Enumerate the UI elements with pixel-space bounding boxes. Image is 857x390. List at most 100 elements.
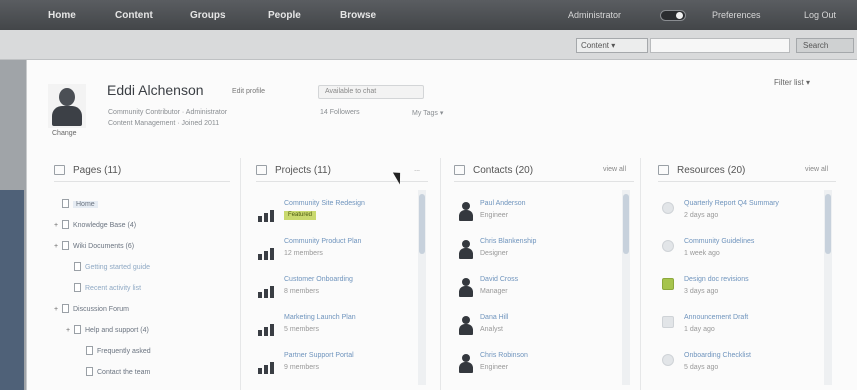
- contacts-scrollbar[interactable]: [622, 190, 630, 385]
- project-meta: 5 members: [284, 326, 320, 333]
- person-head: [462, 278, 470, 286]
- avatar-body: [52, 106, 82, 126]
- person-icon: [458, 354, 474, 374]
- resource-title[interactable]: Announcement Draft: [684, 314, 748, 321]
- resource-title[interactable]: Onboarding Checklist: [684, 352, 751, 359]
- resource-title[interactable]: Quarterly Report Q4 Summary: [684, 200, 779, 207]
- page-tree-item[interactable]: Getting started guide: [66, 262, 150, 271]
- page-tree-item[interactable]: Frequently asked: [78, 346, 151, 355]
- project-item[interactable]: Marketing Launch Plan 5 members: [256, 314, 426, 350]
- contact-item[interactable]: Dana Hill Analyst: [452, 314, 622, 350]
- followers-count[interactable]: 14 Followers: [320, 109, 360, 116]
- page-tree-item[interactable]: Home: [54, 199, 98, 208]
- person-icon: [458, 202, 474, 222]
- contact-item[interactable]: David Cross Manager: [452, 276, 622, 312]
- resource-item[interactable]: Quarterly Report Q4 Summary 2 days ago: [656, 200, 826, 236]
- page-tree-label: Recent activity list: [85, 285, 142, 292]
- resource-date: 1 day ago: [684, 326, 715, 333]
- resource-date: 3 days ago: [684, 288, 719, 295]
- resource-title[interactable]: Design doc revisions: [684, 276, 749, 283]
- search-input[interactable]: [650, 38, 790, 53]
- nav-groups[interactable]: Groups: [190, 10, 226, 21]
- page-icon: [86, 367, 93, 376]
- avatar[interactable]: [48, 84, 86, 128]
- project-title[interactable]: Partner Support Portal: [284, 352, 354, 359]
- page-tree-item[interactable]: Recent activity list: [66, 283, 141, 292]
- contacts-panel-title[interactable]: Contacts (20): [473, 165, 533, 176]
- preferences-link[interactable]: Preferences: [712, 10, 761, 20]
- nav-browse[interactable]: Browse: [340, 10, 376, 21]
- page-tree-item[interactable]: + Help and support (4): [66, 325, 149, 334]
- person-body: [459, 362, 473, 373]
- contact-name[interactable]: David Cross: [480, 276, 518, 283]
- search-button[interactable]: Search: [796, 38, 854, 53]
- resource-date: 5 days ago: [684, 364, 719, 371]
- page-tree-item[interactable]: + Discussion Forum: [54, 304, 129, 313]
- page-icon: [74, 262, 81, 271]
- edit-profile-link[interactable]: Edit profile: [232, 88, 265, 95]
- contact-item[interactable]: Chris Blankenship Designer: [452, 238, 622, 274]
- contact-item[interactable]: Chris Robinson Engineer: [452, 352, 622, 388]
- page-tree-label: Getting started guide: [85, 264, 150, 271]
- resource-item[interactable]: Announcement Draft 1 day ago: [656, 314, 826, 350]
- person-head: [462, 316, 470, 324]
- projects-more-link[interactable]: ...: [414, 166, 420, 173]
- project-title[interactable]: Customer Onboarding: [284, 276, 353, 283]
- admin-link[interactable]: Administrator: [568, 10, 621, 20]
- project-icon: [258, 362, 276, 374]
- page-tree-item[interactable]: + Knowledge Base (4): [54, 220, 136, 229]
- page-icon: [74, 325, 81, 334]
- page-tree-label: Contact the team: [97, 369, 151, 376]
- pages-panel-title[interactable]: Pages (11): [73, 165, 121, 176]
- expand-toggle-icon[interactable]: +: [54, 306, 62, 313]
- contact-name[interactable]: Dana Hill: [480, 314, 508, 321]
- status-tag[interactable]: Available to chat: [318, 85, 424, 99]
- project-item[interactable]: Customer Onboarding 8 members: [256, 276, 426, 312]
- profile-details-line2: Content Management · Joined 2011: [108, 120, 220, 127]
- document-icon: [662, 202, 674, 214]
- project-item[interactable]: Community Product Plan 12 members: [256, 238, 426, 274]
- page-tree-item[interactable]: + Wiki Documents (6): [54, 241, 134, 250]
- page-tree-item[interactable]: Contact the team: [78, 367, 150, 376]
- contact-item[interactable]: Paul Anderson Engineer: [452, 200, 622, 236]
- contact-name[interactable]: Paul Anderson: [480, 200, 526, 207]
- expand-toggle-icon[interactable]: +: [54, 222, 62, 229]
- page-icon: [62, 241, 69, 250]
- person-head: [462, 354, 470, 362]
- contact-name[interactable]: Chris Blankenship: [480, 238, 536, 245]
- search-scope-select[interactable]: Content ▾: [576, 38, 648, 53]
- project-item[interactable]: Partner Support Portal 9 members: [256, 352, 426, 388]
- contact-name[interactable]: Chris Robinson: [480, 352, 528, 359]
- status-toggle[interactable]: [660, 10, 686, 21]
- change-photo-link[interactable]: Change: [52, 130, 77, 137]
- pages-panel-header: Pages (11): [54, 158, 230, 182]
- pages-icon: [54, 165, 65, 175]
- resources-panel-title[interactable]: Resources (20): [677, 165, 745, 176]
- resources-view-all-link[interactable]: view all: [805, 166, 828, 173]
- contacts-view-all-link[interactable]: view all: [603, 166, 626, 173]
- resource-item[interactable]: Community Guidelines 1 week ago: [656, 238, 826, 274]
- project-title[interactable]: Community Product Plan: [284, 238, 361, 245]
- project-item[interactable]: Community Site Redesign Featured: [256, 200, 426, 236]
- expand-toggle-icon[interactable]: +: [54, 243, 62, 250]
- resource-item[interactable]: Onboarding Checklist 5 days ago: [656, 352, 826, 388]
- search-bar: Content ▾ Search: [0, 30, 857, 60]
- project-title[interactable]: Marketing Launch Plan: [284, 314, 356, 321]
- project-title[interactable]: Community Site Redesign: [284, 200, 365, 207]
- nav-people[interactable]: People: [268, 10, 301, 21]
- nav-home[interactable]: Home: [48, 10, 76, 21]
- resource-item[interactable]: Design doc revisions 3 days ago: [656, 276, 826, 312]
- resource-date: 1 week ago: [684, 250, 720, 257]
- avatar-head: [59, 88, 75, 106]
- expand-toggle-icon[interactable]: +: [66, 327, 74, 334]
- project-meta: 8 members: [284, 288, 320, 295]
- page-icon: [62, 199, 69, 208]
- document-icon: [662, 278, 674, 290]
- filter-dropdown[interactable]: Filter list ▾: [774, 78, 810, 87]
- tags-menu[interactable]: My Tags ▾: [412, 109, 443, 117]
- resource-title[interactable]: Community Guidelines: [684, 238, 754, 245]
- contacts-panel-header: Contacts (20) view all: [454, 158, 634, 182]
- nav-content[interactable]: Content: [115, 10, 153, 21]
- projects-panel-title[interactable]: Projects (11): [275, 165, 331, 176]
- logout-link[interactable]: Log Out: [804, 10, 836, 20]
